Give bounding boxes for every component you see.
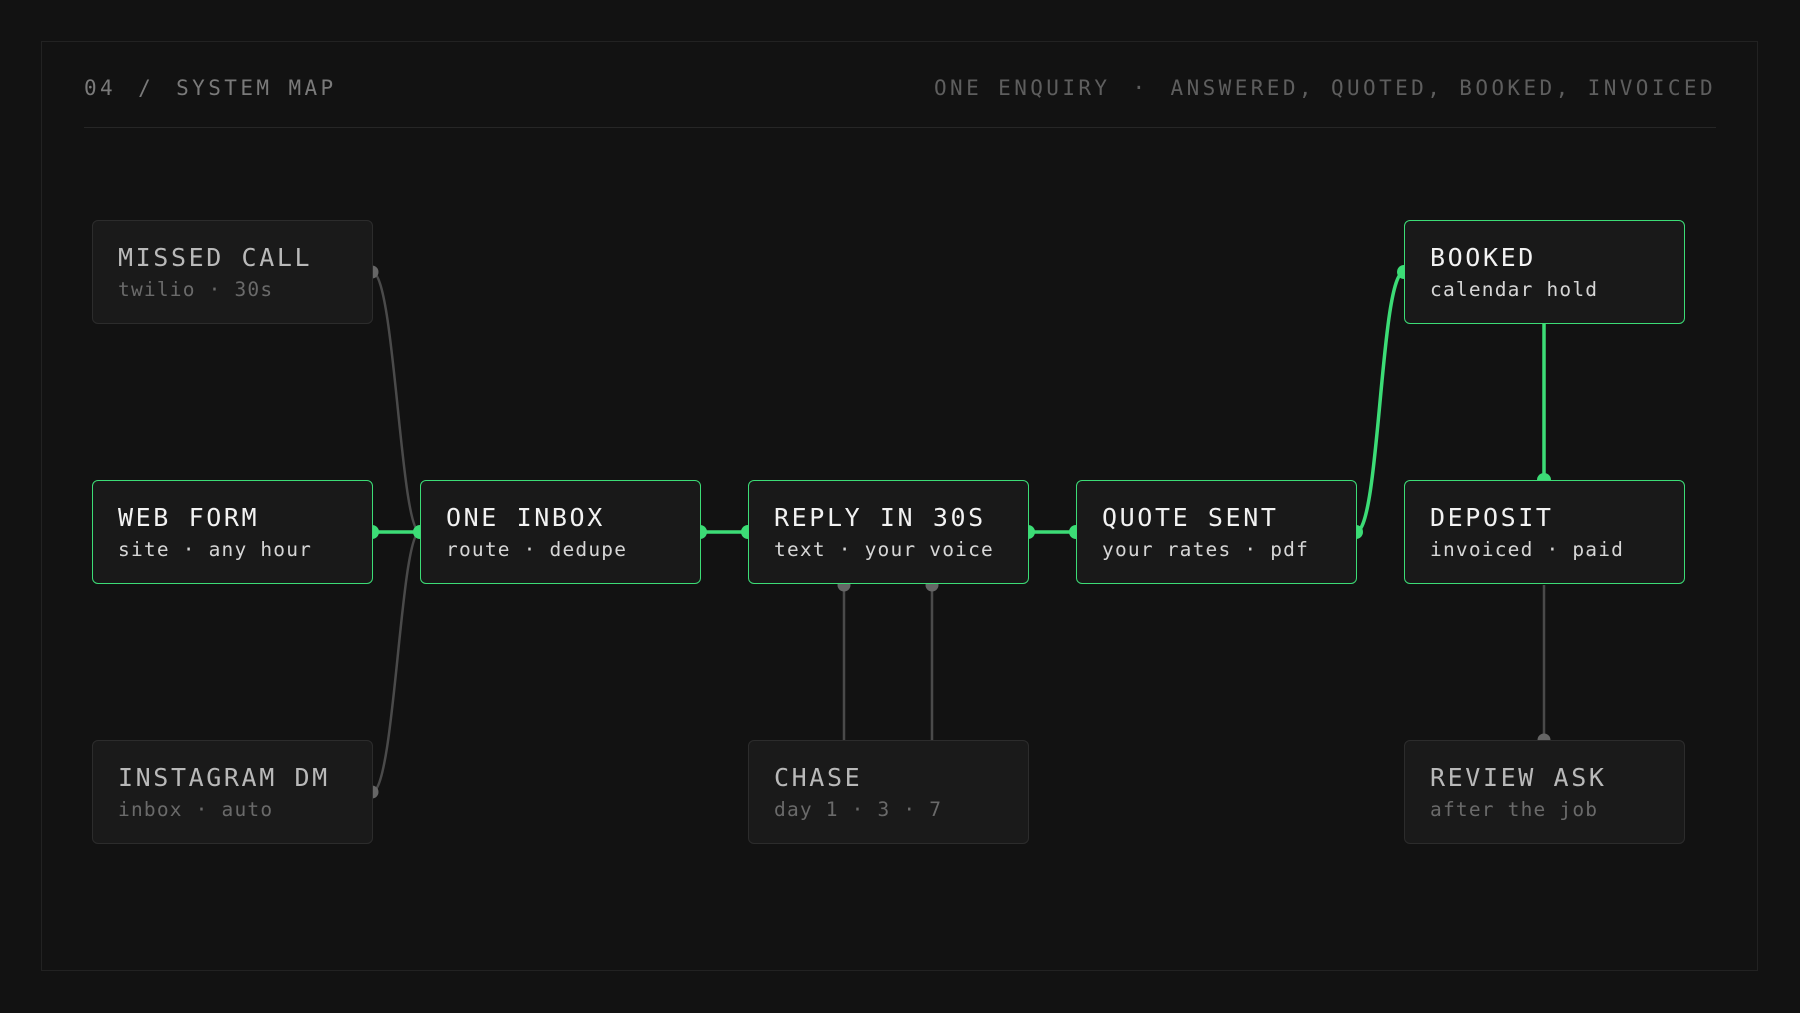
node-missed-call: MISSED CALL twilio · 30s: [92, 220, 373, 324]
node-title: DEPOSIT: [1430, 503, 1554, 532]
edge-instagram-dm-to-one-inbox: [371, 530, 421, 794]
node-title: CHASE: [774, 763, 863, 792]
node-chase: CHASE day 1 · 3 · 7: [748, 740, 1029, 844]
node-title: INSTAGRAM DM: [118, 763, 330, 792]
node-subtitle: text · your voice: [774, 538, 994, 561]
node-one-inbox: ONE INBOX route · dedupe: [420, 480, 701, 584]
node-subtitle: route · dedupe: [446, 538, 628, 561]
node-instagram-dm: INSTAGRAM DM inbox · auto: [92, 740, 373, 844]
node-subtitle: your rates · pdf: [1102, 538, 1310, 561]
node-reply: REPLY IN 30S text · your voice: [748, 480, 1029, 584]
node-title: QUOTE SENT: [1102, 503, 1279, 532]
node-subtitle: day 1 · 3 · 7: [774, 798, 943, 821]
node-subtitle: twilio · 30s: [118, 278, 274, 301]
node-deposit: DEPOSIT invoiced · paid: [1404, 480, 1685, 584]
node-booked: BOOKED calendar hold: [1404, 220, 1685, 324]
node-quote-sent: QUOTE SENT your rates · pdf: [1076, 480, 1357, 584]
node-review-ask: REVIEW ASK after the job: [1404, 740, 1685, 844]
node-title: ONE INBOX: [446, 503, 605, 532]
edge-quote-to-booked: [1355, 270, 1405, 534]
node-title: REVIEW ASK: [1430, 763, 1607, 792]
node-subtitle: after the job: [1430, 798, 1599, 821]
node-subtitle: calendar hold: [1430, 278, 1599, 301]
node-subtitle: site · any hour: [118, 538, 313, 561]
node-title: MISSED CALL: [118, 243, 313, 272]
node-title: BOOKED: [1430, 243, 1536, 272]
node-web-form: WEB FORM site · any hour: [92, 480, 373, 584]
node-title: WEB FORM: [118, 503, 260, 532]
node-title: REPLY IN 30S: [774, 503, 986, 532]
node-subtitle: inbox · auto: [118, 798, 274, 821]
edge-missed-call-to-one-inbox: [371, 270, 421, 534]
node-subtitle: invoiced · paid: [1430, 538, 1625, 561]
